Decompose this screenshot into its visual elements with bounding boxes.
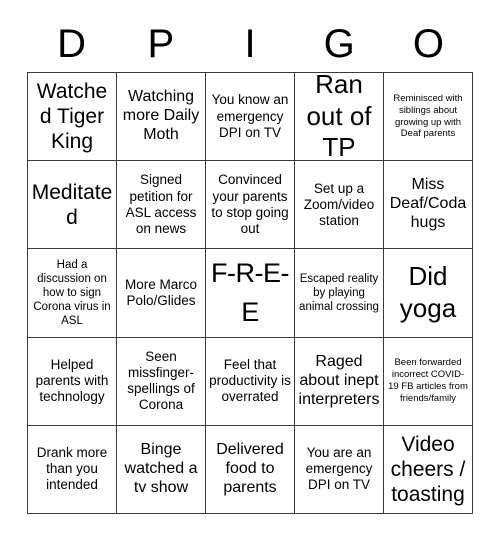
bingo-cell[interactable]: Raged about inept interpreters [295,337,384,426]
bingo-free-space[interactable]: F-R-E-E [206,249,295,338]
bingo-cell-label: Raged about inept interpreters [298,352,380,408]
bingo-cell[interactable]: Escaped reality by playing animal crossi… [295,249,384,338]
bingo-cell-label: Watching more Daily Moth [122,88,200,144]
bingo-cell-label: Had a discussion on how to sign Corona v… [33,258,111,328]
bingo-cell[interactable]: Seen missfinger-spellings of Corona [117,337,206,426]
bingo-cell-label: You know an emergency DPI on TV [211,92,289,140]
bingo-cell[interactable]: Did yoga [384,249,473,338]
bingo-cell-label: More Marco Polo/Glides [124,276,197,308]
bingo-cell-label: Reminisced with siblings about growing u… [393,92,463,140]
bingo-header-row: D P I G O [27,16,473,72]
bingo-cell[interactable]: Ran out of TP [295,73,384,162]
bingo-cell[interactable]: Binge watched a tv show [117,425,206,514]
bingo-cell[interactable]: Delivered food to parents [206,425,295,514]
bingo-cell-label: Ran out of TP [306,73,372,162]
bingo-cell[interactable]: Convinced your parents to stop going out [206,161,295,250]
bingo-cell[interactable]: Reminisced with siblings about growing u… [384,73,473,162]
bingo-cell-label: Did yoga [399,261,457,323]
bingo-cell-label: You are an emergency DPI on TV [305,445,373,493]
bingo-header-letter-1: D [57,22,87,66]
bingo-cell-label: Meditated [31,180,113,229]
bingo-cell[interactable]: Feel that productivity is overrated [206,337,295,426]
bingo-cell[interactable]: More Marco Polo/Glides [117,249,206,338]
bingo-cell[interactable]: You are an emergency DPI on TV [295,425,384,514]
bingo-cell-label: Miss Deaf/Coda hugs [389,176,467,232]
bingo-free-space-label: F-R-E-E [211,257,289,327]
bingo-cell-label: Convinced your parents to stop going out [211,172,289,236]
bingo-cell[interactable]: You know an emergency DPI on TV [206,73,295,162]
bingo-cell-label: Video cheers / toasting [390,432,466,506]
bingo-cell[interactable]: Had a discussion on how to sign Corona v… [28,249,117,338]
bingo-cell-label: Escaped reality by playing animal crossi… [299,272,379,313]
bingo-header-letter-3: I [244,22,256,66]
bingo-cell[interactable]: Been forwarded incorrect COVID-19 FB art… [384,337,473,426]
bingo-cell-label: Feel that productivity is overrated [209,356,291,405]
bingo-cell-label: Set up a Zoom/video station [303,180,375,228]
bingo-cell-label: Drank more than you intended [36,445,108,493]
bingo-cell[interactable]: Meditated [28,161,117,250]
bingo-cell[interactable]: Miss Deaf/Coda hugs [384,161,473,250]
bingo-cell[interactable]: Signed petition for ASL access on news [117,161,206,250]
bingo-cell-label: Been forwarded incorrect COVID-19 FB art… [388,357,468,405]
bingo-header-letter-5: O [412,22,444,66]
bingo-cell[interactable]: Helped parents with technology [28,337,117,426]
bingo-cell-label: Binge watched a tv show [124,441,198,496]
bingo-grid: Watched Tiger King Watching more Daily M… [27,72,473,514]
bingo-cell[interactable]: Watched Tiger King [28,73,117,162]
bingo-cell-label: Watched Tiger King [36,79,108,154]
bingo-cell-label: Helped parents with technology [35,356,109,405]
bingo-cell[interactable]: Drank more than you intended [28,425,117,514]
bingo-cell[interactable]: Watching more Daily Moth [117,73,206,162]
bingo-cell[interactable]: Video cheers / toasting [384,425,473,514]
bingo-cell[interactable]: Set up a Zoom/video station [295,161,384,250]
bingo-cell-label: Seen missfinger-spellings of Corona [127,348,195,413]
bingo-cell-label: Signed petition for ASL access on news [125,172,197,236]
bingo-cell-label: Delivered food to parents [216,441,284,496]
bingo-card: D P I G O Watched Tiger King Watching mo… [0,0,500,544]
bingo-header-letter-4: G [323,22,355,66]
bingo-header-letter-2: P [147,22,175,66]
